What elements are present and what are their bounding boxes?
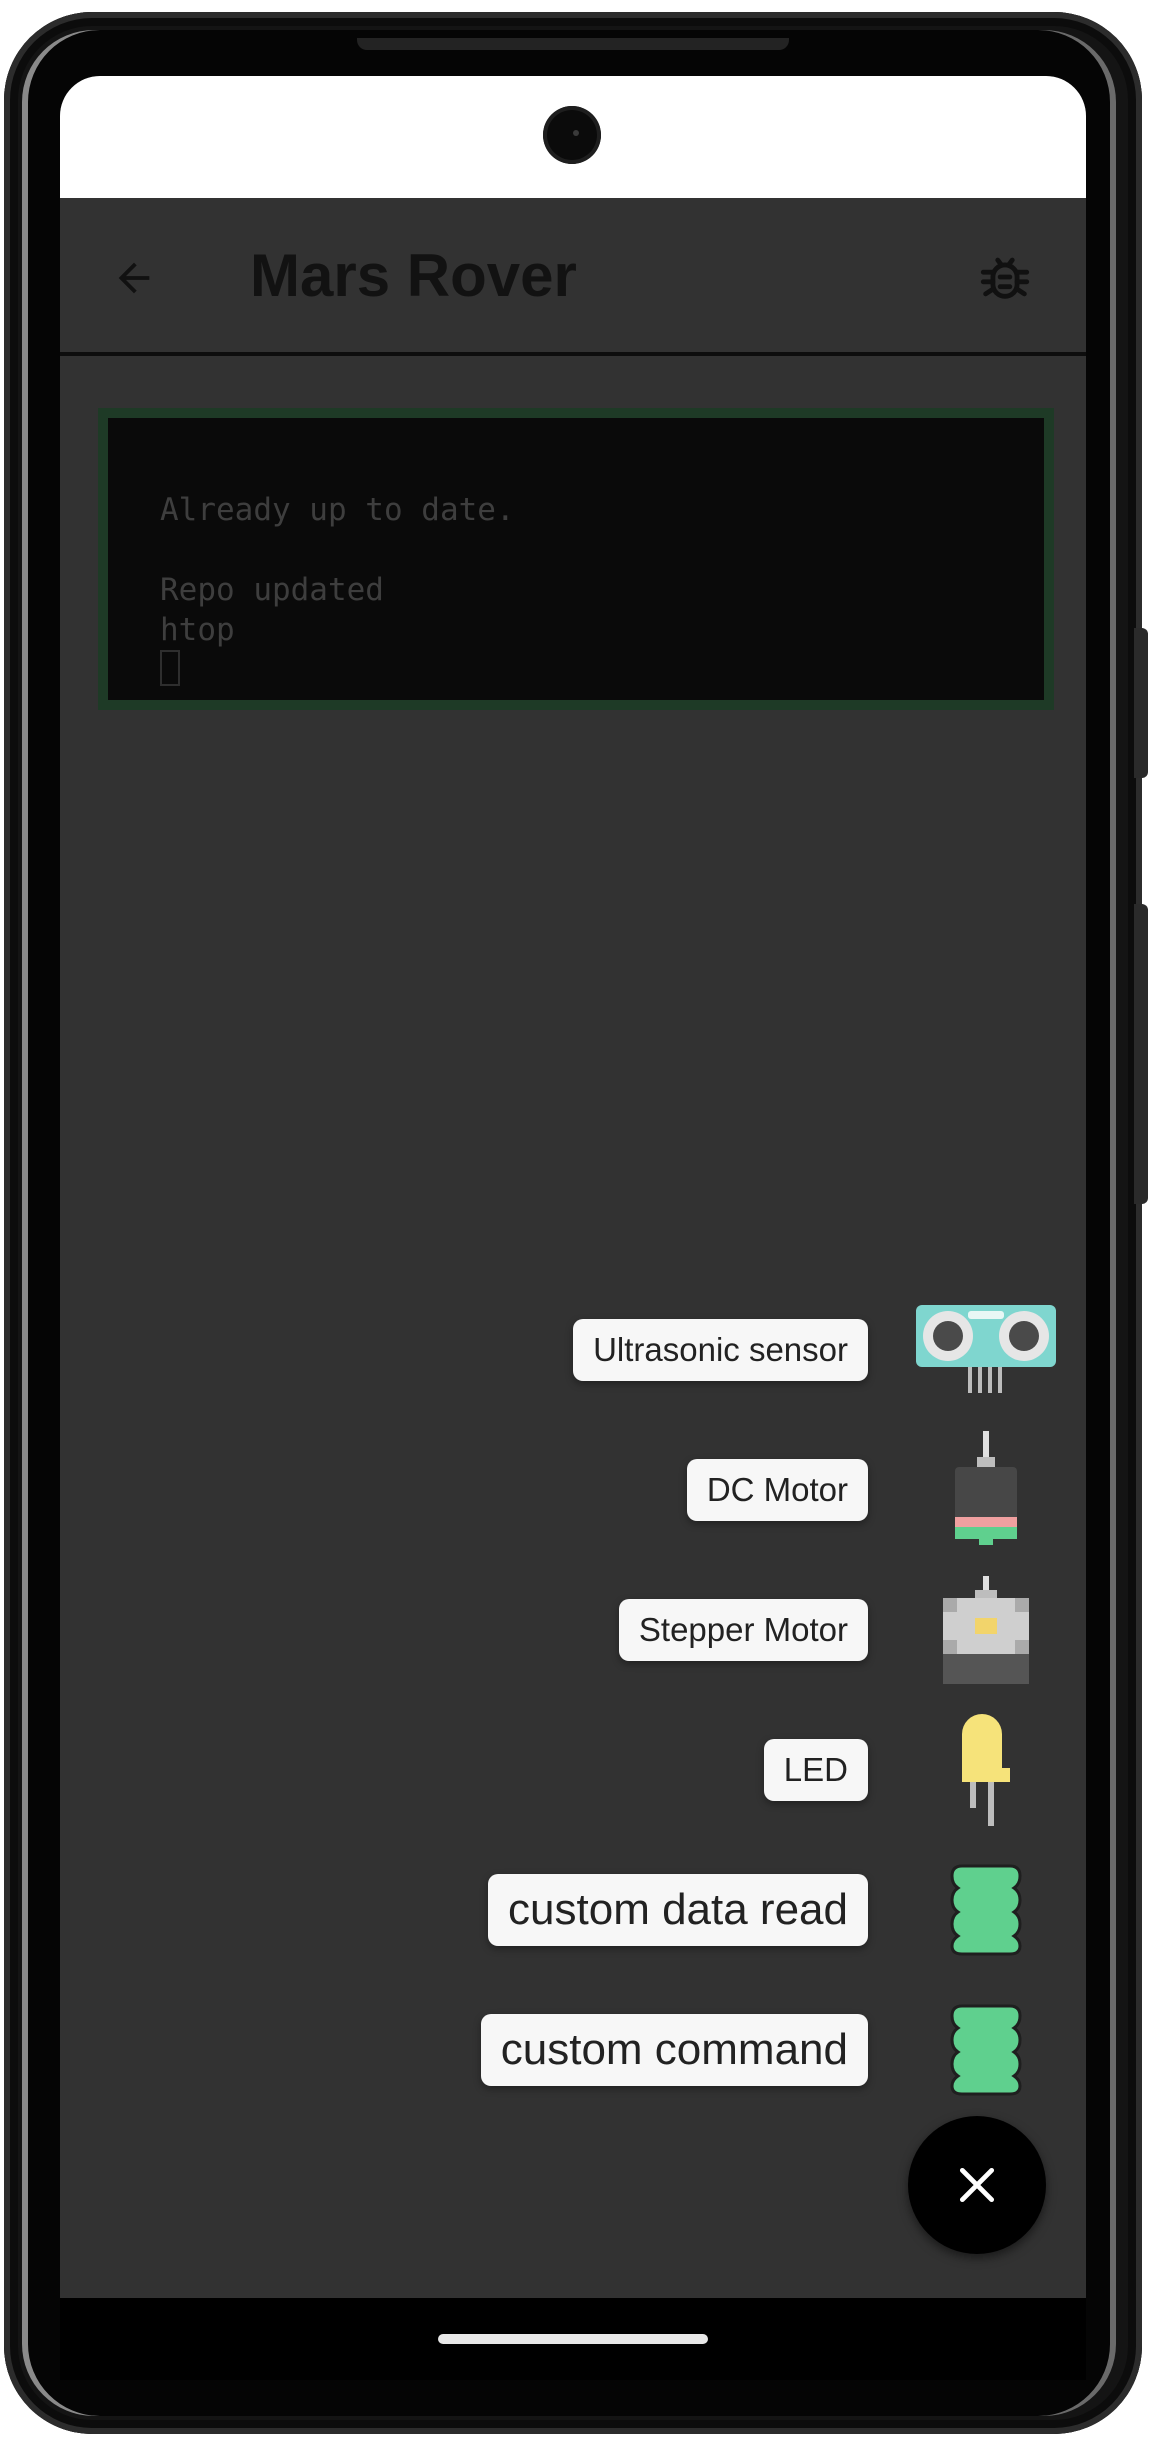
speed-dial-label[interactable]: Stepper Motor xyxy=(618,1599,868,1661)
speed-dial-item-stepper-motor[interactable]: Stepper Motor xyxy=(60,1576,1086,1684)
led-icon[interactable] xyxy=(916,1710,1056,1830)
speed-dial-label[interactable]: DC Motor xyxy=(686,1459,868,1521)
screen: Mars Rover Already up to date. Repo upda… xyxy=(60,76,1086,2298)
dc-motor-icon[interactable] xyxy=(916,1430,1056,1550)
back-button[interactable] xyxy=(104,248,164,308)
terminal-output: Already up to date. Repo updated htop xyxy=(98,408,1054,710)
terminal-cursor xyxy=(160,650,180,686)
custom-block-icon[interactable] xyxy=(916,1990,1056,2110)
front-camera xyxy=(543,106,601,164)
app-bar: Mars Rover xyxy=(60,198,1086,356)
volume-button xyxy=(1134,904,1148,1204)
speed-dial-label[interactable]: Ultrasonic sensor xyxy=(573,1319,868,1381)
close-speed-dial-button[interactable] xyxy=(908,2116,1046,2254)
custom-block-icon[interactable] xyxy=(916,1850,1056,1970)
stepper-motor-icon[interactable] xyxy=(916,1570,1056,1690)
terminal-line: htop xyxy=(160,612,235,648)
speed-dial-item-ultrasonic[interactable]: Ultrasonic sensor xyxy=(60,1305,1086,1393)
terminal-line: Already up to date. xyxy=(160,492,515,528)
ultrasonic-sensor-icon[interactable] xyxy=(916,1290,1056,1410)
debug-button[interactable] xyxy=(970,242,1040,312)
page-title: Mars Rover xyxy=(250,242,577,309)
status-bar xyxy=(60,76,1086,198)
speed-dial-label[interactable]: custom command xyxy=(480,2014,868,2086)
speed-dial-item-led[interactable]: LED xyxy=(60,1714,1086,1826)
arrow-left-icon xyxy=(118,262,150,294)
bug-icon xyxy=(980,257,1030,299)
home-handle[interactable] xyxy=(438,2334,708,2344)
power-button xyxy=(1134,628,1148,778)
speed-dial-label[interactable]: custom data read xyxy=(488,1874,868,1946)
terminal-line: Repo updated xyxy=(160,572,384,608)
speed-dial-label[interactable]: LED xyxy=(763,1739,868,1801)
navigation-bar xyxy=(60,2298,1086,2380)
earpiece xyxy=(357,38,789,50)
speed-dial-item-custom-command[interactable]: custom command xyxy=(60,2004,1086,2096)
close-icon xyxy=(959,2167,995,2203)
speed-dial-item-dc-motor[interactable]: DC Motor xyxy=(60,1431,1086,1545)
speed-dial-item-custom-data-read[interactable]: custom data read xyxy=(60,1864,1086,1956)
